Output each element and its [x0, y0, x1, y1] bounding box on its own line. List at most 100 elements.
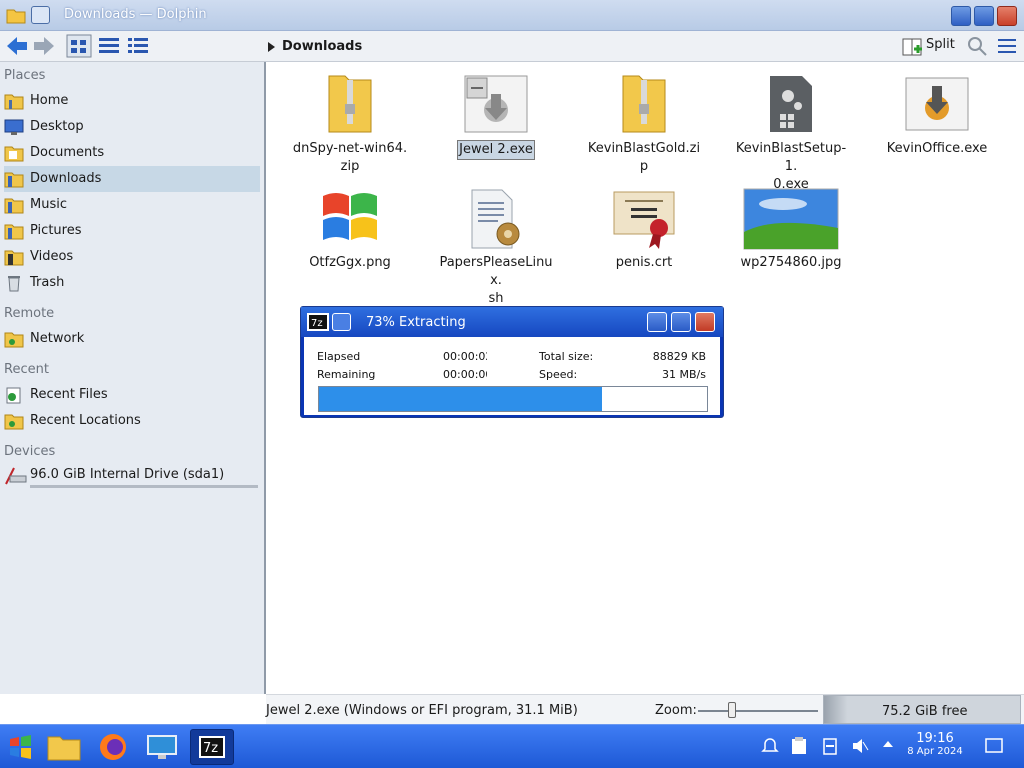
file-name: OtfzGgx.png [309, 255, 391, 270]
show-desktop-icon[interactable] [985, 738, 1003, 758]
exe-icon [904, 74, 970, 136]
sidebar-item-home[interactable]: Home [4, 88, 260, 114]
file-item[interactable]: KevinOffice.exe [867, 74, 1007, 158]
recent-locations-icon [4, 414, 24, 430]
taskbar-file-manager[interactable] [42, 729, 86, 765]
details-view-icon[interactable] [126, 35, 150, 61]
taskbar-7zip[interactable]: 7z [190, 729, 234, 765]
pictures-folder-icon [4, 224, 24, 240]
sidebar-item-music[interactable]: Music [4, 192, 260, 218]
places-heading: Places [4, 68, 46, 83]
start-menu-button[interactable] [0, 729, 40, 765]
windows-logo-image-icon [317, 188, 383, 250]
landscape-image-icon [743, 188, 839, 250]
progress-fill [319, 387, 603, 411]
toolbar: Downloads Split [0, 31, 1024, 62]
file-item[interactable]: KevinBlastGold.zip [574, 74, 714, 176]
file-item[interactable]: wp2754860.jpg [721, 188, 861, 272]
sidebar-item-pictures[interactable]: Pictures [4, 218, 260, 244]
sidebar-item-internal-drive[interactable]: 96.0 GiB Internal Drive (sda1) [4, 462, 260, 488]
volume-muted-icon[interactable] [851, 737, 869, 759]
sidebar-item-network[interactable]: Network [4, 326, 260, 352]
dialog-menu-icon[interactable] [332, 313, 351, 331]
forward-arrow-icon[interactable] [32, 35, 56, 61]
file-name: KevinBlastGold.zip [587, 141, 701, 174]
elapsed-label: Elapsed [317, 350, 361, 363]
free-space-indicator[interactable]: 75.2 GiB free [823, 695, 1021, 724]
extraction-dialog-body: Elapsed 00:00:02 Total size: 88829 KB Re… [304, 337, 720, 415]
sidebar-item-label: Videos [30, 249, 74, 264]
taskbar-system-settings[interactable] [140, 729, 184, 765]
sidebar-item-desktop[interactable]: Desktop [4, 114, 260, 140]
sevenzip-icon: 7z [199, 736, 225, 758]
back-arrow-icon[interactable] [5, 35, 29, 61]
dialog-close-button[interactable] [695, 312, 715, 332]
remaining-value: 00:00:00 [443, 368, 487, 381]
downloads-folder-icon [4, 172, 24, 188]
sidebar-item-recent-files[interactable]: Recent Files [4, 382, 260, 408]
remaining-label: Remaining [317, 368, 376, 381]
file-item[interactable]: PapersPleaseLinux. sh [426, 188, 566, 308]
icons-view-icon[interactable] [66, 34, 92, 62]
folder-icon [6, 6, 26, 28]
places-panel: Places Home Desktop Documents Downloads … [0, 62, 264, 694]
extraction-dialog-titlebar[interactable]: 7z 73% Extracting [301, 307, 723, 337]
split-button[interactable]: Split [926, 37, 955, 52]
zip-folder-icon [619, 74, 669, 136]
dialog-minimize-button[interactable] [647, 312, 667, 332]
sidebar-item-label: Home [30, 93, 69, 108]
extraction-dialog: 7z 73% Extracting Elapsed 00:00:02 Total… [300, 306, 724, 418]
clock-date: 8 Apr 2024 [907, 746, 963, 757]
firefox-icon [100, 734, 126, 760]
file-item[interactable]: penis.crt [574, 188, 714, 272]
search-icon[interactable] [966, 35, 988, 61]
taskbar-firefox[interactable] [91, 729, 135, 765]
minimize-button[interactable] [951, 6, 971, 26]
file-name: PapersPleaseLinux. sh [439, 255, 553, 306]
sidebar-item-label: 96.0 GiB Internal Drive (sda1) [30, 467, 225, 482]
devices-heading: Devices [4, 444, 56, 459]
taskbar: 7z 19:16 8 Apr 2024 [0, 724, 1024, 768]
speed-label: Speed: [539, 368, 578, 381]
extraction-dialog-title: 73% Extracting [366, 315, 466, 330]
sidebar-item-videos[interactable]: Videos [4, 244, 260, 270]
breadcrumb[interactable]: Downloads [282, 39, 362, 54]
file-item[interactable]: dnSpy-net-win64. zip [280, 74, 420, 176]
file-name: wp2754860.jpg [740, 255, 842, 270]
notifications-bell-icon[interactable] [761, 737, 779, 759]
music-folder-icon [4, 198, 24, 214]
sidebar-item-label: Desktop [30, 119, 84, 134]
recent-files-icon [6, 387, 21, 404]
sidebar-item-downloads[interactable]: Downloads [4, 166, 260, 192]
zip-folder-icon [325, 74, 375, 136]
maximize-button[interactable] [974, 6, 994, 26]
file-item[interactable]: OtfzGgx.png [280, 188, 420, 272]
zoom-slider-handle[interactable] [728, 702, 736, 718]
total-size-value: 88829 KB [652, 350, 706, 363]
compact-view-icon[interactable] [97, 35, 121, 61]
clock-time: 19:16 [916, 731, 954, 746]
svg-text:7z: 7z [311, 318, 323, 329]
window-menu-icon[interactable] [31, 6, 50, 24]
sidebar-item-label: Documents [30, 145, 105, 160]
drive-usage-bar [30, 485, 258, 488]
free-space-label: 75.2 GiB free [882, 704, 968, 719]
split-view-icon[interactable] [902, 37, 924, 61]
expand-tray-icon[interactable] [882, 737, 894, 755]
drive-icon [5, 467, 27, 485]
file-item-selected[interactable]: Jewel 2.exe [426, 74, 566, 160]
hamburger-menu-icon[interactable] [996, 35, 1018, 61]
file-name: dnSpy-net-win64. zip [292, 141, 408, 174]
sidebar-item-recent-locations[interactable]: Recent Locations [4, 408, 260, 434]
zoom-slider-track[interactable] [698, 710, 818, 712]
file-item[interactable]: KevinBlastSetup-1. 0.exe [721, 74, 861, 194]
dialog-maximize-button[interactable] [671, 312, 691, 332]
sidebar-item-trash[interactable]: Trash [4, 270, 260, 296]
elapsed-value: 00:00:02 [443, 350, 487, 363]
battery-icon[interactable] [822, 737, 838, 759]
close-button[interactable] [997, 6, 1017, 26]
taskbar-clock[interactable]: 19:16 8 Apr 2024 [906, 731, 964, 757]
sidebar-item-documents[interactable]: Documents [4, 140, 260, 166]
clipboard-icon[interactable] [791, 737, 807, 759]
sidebar-item-label: Recent Locations [30, 413, 141, 428]
